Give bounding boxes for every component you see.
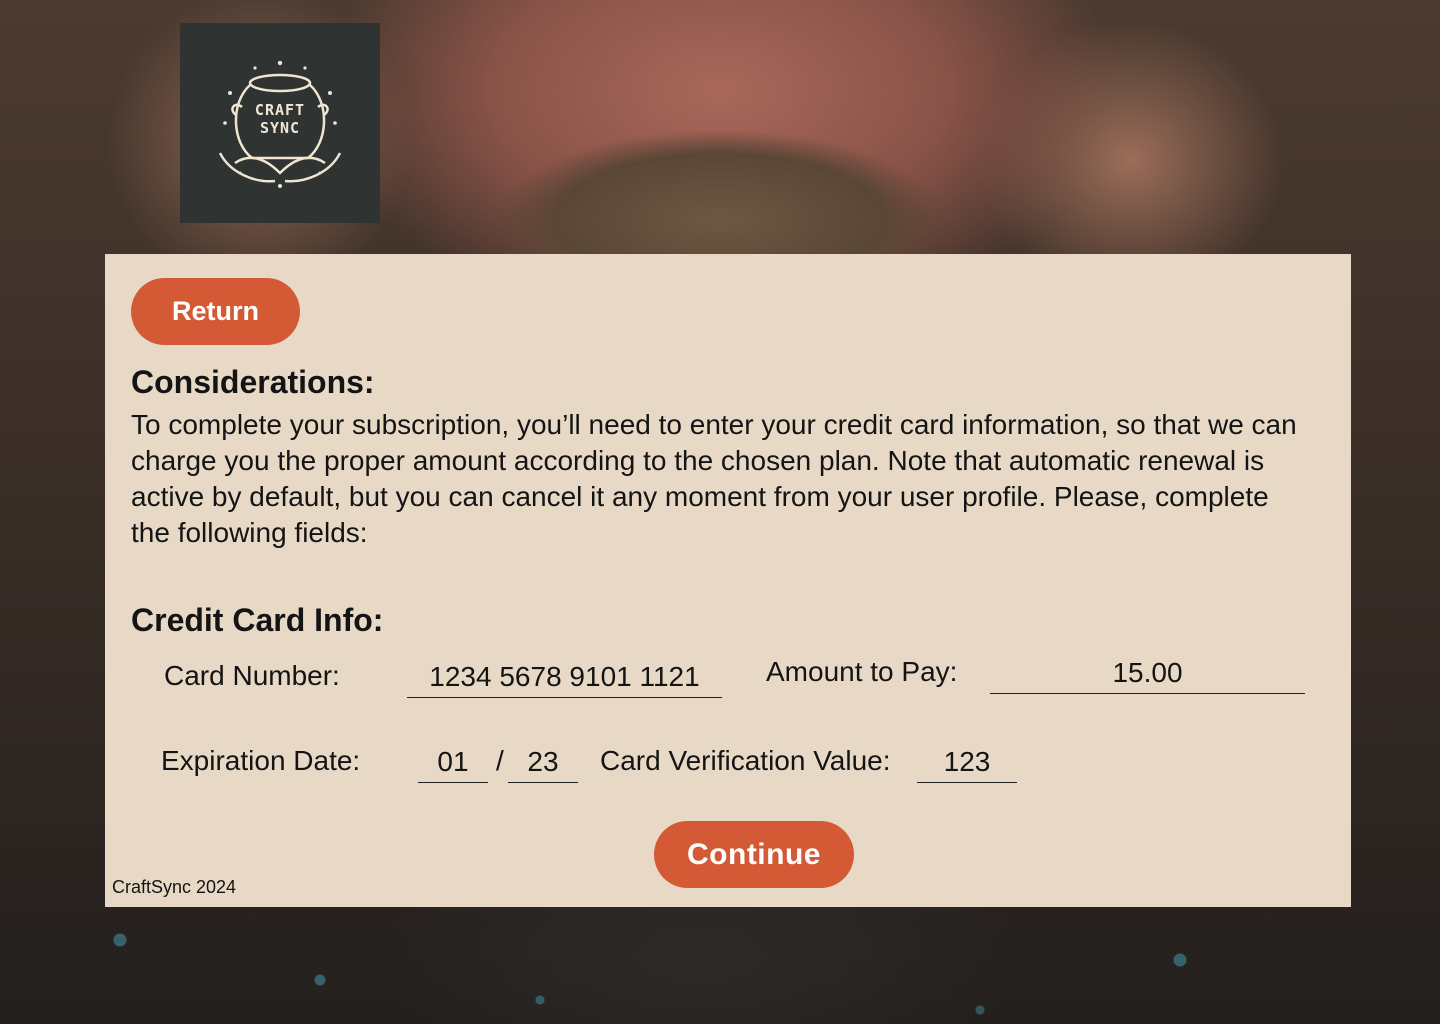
cvv-input[interactable]: [917, 742, 1017, 783]
card-number-label: Card Number:: [164, 660, 340, 691]
logo-wordmark-line2: SYNC: [259, 119, 301, 137]
expiry-year-input[interactable]: [508, 742, 578, 783]
payment-panel: Return Considerations: To complete your …: [105, 254, 1351, 907]
considerations-text: To complete your subscription, you’ll ne…: [131, 409, 1297, 548]
cvv-label: Card Verification Value:: [600, 745, 891, 776]
footer-copyright: CraftSync 2024: [112, 877, 237, 897]
card-number-input[interactable]: [407, 657, 722, 698]
continue-button[interactable]: Continue: [654, 821, 854, 888]
logo-wordmark-line1: CRAFT: [254, 101, 306, 119]
expiry-month-input[interactable]: [418, 742, 488, 783]
amount-label: Amount to Pay:: [766, 656, 958, 687]
expiration-date-label: Expiration Date:: [161, 745, 361, 776]
considerations-heading: Considerations:: [131, 364, 375, 400]
return-button[interactable]: Return: [131, 278, 300, 345]
amount-input[interactable]: [990, 653, 1305, 694]
expiry-separator: /: [496, 745, 504, 776]
credit-card-heading: Credit Card Info:: [131, 602, 384, 638]
craftsync-logo: CRAFT SYNC: [180, 23, 380, 223]
